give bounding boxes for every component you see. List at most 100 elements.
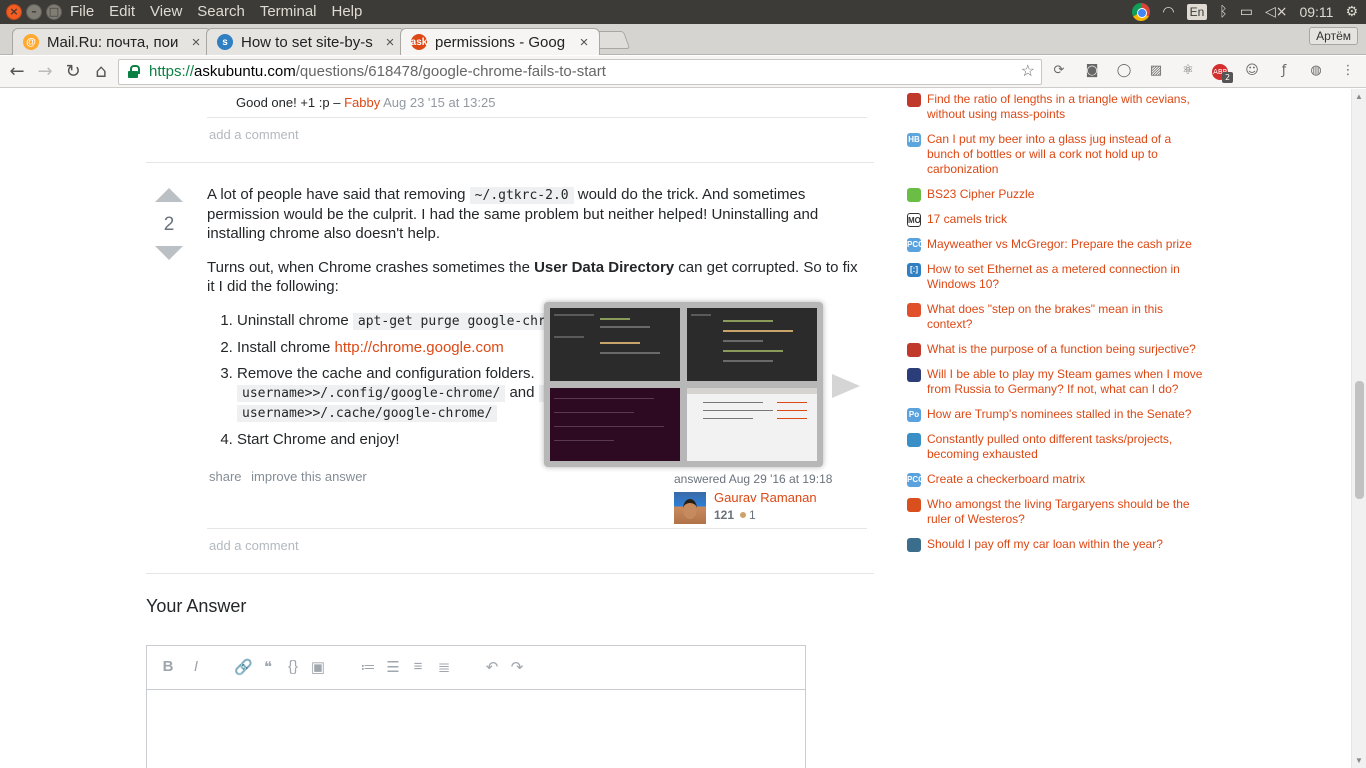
vote-down-icon[interactable] bbox=[155, 244, 183, 264]
tab-superuser[interactable]: s How to set site-by-s × bbox=[206, 28, 406, 55]
hot-question-link[interactable]: BS23 Cipher Puzzle bbox=[927, 187, 1034, 201]
inline-code: ~/.gtkrc-2.0 bbox=[469, 187, 574, 204]
window-thumbnail-editor[interactable] bbox=[687, 308, 817, 381]
page-scrollbar[interactable]: ▲ ▼ bbox=[1351, 89, 1366, 768]
hot-question-link[interactable]: How are Trump's nominees stalled in the … bbox=[927, 407, 1191, 421]
menu-help[interactable]: Help bbox=[332, 3, 363, 20]
hot-question-link[interactable]: Constantly pulled onto different tasks/p… bbox=[927, 432, 1172, 461]
clock[interactable]: 09:11 bbox=[1299, 4, 1333, 20]
heading-button[interactable]: ≡ bbox=[409, 658, 427, 675]
code-button[interactable]: {} bbox=[284, 658, 302, 675]
tab-askubuntu[interactable]: ask permissions - Goog × bbox=[400, 28, 600, 55]
next-arrow-icon[interactable] bbox=[832, 374, 860, 398]
close-icon[interactable]: × bbox=[381, 34, 399, 51]
react-icon[interactable]: ⚛ bbox=[1179, 62, 1197, 80]
address-bar[interactable]: https://askubuntu.com/questions/618478/g… bbox=[118, 59, 1042, 85]
hot-question-link[interactable]: Should I pay off my car loan within the … bbox=[927, 537, 1163, 551]
bookmark-star-icon[interactable]: ☆ bbox=[1021, 60, 1035, 84]
hot-question-link[interactable]: Who amongst the living Targaryens should… bbox=[927, 497, 1190, 526]
battery-icon[interactable]: ▭ bbox=[1240, 4, 1253, 20]
extension-script-icon[interactable]: ƒ bbox=[1275, 62, 1293, 80]
wifi-icon[interactable]: ◠ bbox=[1162, 4, 1174, 20]
hot-question-link[interactable]: Will I be able to play my Steam games wh… bbox=[927, 367, 1202, 396]
avatar[interactable] bbox=[674, 492, 706, 524]
superuser-icon: s bbox=[217, 34, 233, 50]
bluetooth-icon[interactable]: ᛒ bbox=[1219, 4, 1227, 20]
system-top-bar: × – □ File Edit View Search Terminal Hel… bbox=[0, 0, 1366, 24]
keyboard-layout-indicator[interactable]: En bbox=[1186, 4, 1208, 20]
improve-answer-link[interactable]: improve this answer bbox=[251, 469, 367, 484]
hot-question-link[interactable]: What does "step on the brakes" mean in t… bbox=[927, 302, 1163, 331]
menu-edit[interactable]: Edit bbox=[109, 3, 135, 20]
window-close-button[interactable]: × bbox=[6, 4, 22, 20]
menu-search[interactable]: Search bbox=[197, 3, 245, 20]
window-minimize-button[interactable]: – bbox=[26, 4, 42, 20]
bulleted-list-button[interactable]: ☰ bbox=[384, 658, 402, 676]
menu-view[interactable]: View bbox=[150, 3, 182, 20]
window-maximize-button[interactable]: □ bbox=[46, 4, 62, 20]
hot-question-link[interactable]: How to set Ethernet as a metered connect… bbox=[927, 262, 1180, 291]
tab-mailru[interactable]: @ Mail.Ru: почта, пои × bbox=[12, 28, 212, 55]
hot-network-questions: Find the ratio of lengths in a triangle … bbox=[905, 92, 1205, 562]
page-content: Good one! +1 :p – Fabby Aug 23 '15 at 13… bbox=[0, 89, 1366, 768]
chrome-link[interactable]: http://chrome.google.com bbox=[335, 339, 504, 356]
gear-icon[interactable]: ⚙ bbox=[1345, 4, 1358, 20]
window-thumbnail-terminal[interactable] bbox=[550, 308, 680, 381]
step-text: and bbox=[505, 384, 539, 401]
window-thumbnail-ubuntu-terminal[interactable] bbox=[550, 388, 680, 461]
share-link[interactable]: share bbox=[209, 469, 242, 484]
window-thumbnail-browser[interactable] bbox=[687, 388, 817, 461]
hot-question-link[interactable]: Find the ratio of lengths in a triangle … bbox=[927, 92, 1190, 121]
close-icon[interactable]: × bbox=[187, 34, 205, 51]
image-button[interactable]: ▣ bbox=[309, 658, 327, 676]
extension-sync-icon[interactable]: ⟳ bbox=[1050, 62, 1068, 80]
volume-muted-icon[interactable]: ◁× bbox=[1265, 4, 1288, 20]
extension-face-icon[interactable]: ☺ bbox=[1243, 62, 1261, 80]
comment-user-link[interactable]: Fabby bbox=[344, 95, 380, 110]
redo-button[interactable]: ↷ bbox=[508, 658, 526, 676]
hot-question-link[interactable]: Mayweather vs McGregor: Prepare the cash… bbox=[927, 237, 1192, 251]
scifi-icon bbox=[907, 498, 921, 512]
scroll-down-icon[interactable]: ▼ bbox=[1355, 756, 1363, 765]
window-switcher-overlay bbox=[544, 302, 823, 467]
system-tray: ◠ En ᛒ ▭ ◁× 09:11 ⚙ bbox=[1132, 0, 1366, 24]
list-item: Find the ratio of lengths in a triangle … bbox=[905, 92, 1205, 122]
author-link[interactable]: Gaurav Ramanan bbox=[714, 490, 817, 505]
chrome-tray-icon[interactable] bbox=[1132, 3, 1151, 21]
menu-file[interactable]: File bbox=[70, 3, 94, 20]
link-button[interactable]: 🔗 bbox=[234, 658, 253, 676]
pocket-icon[interactable]: ◙ bbox=[1083, 62, 1101, 80]
italic-button[interactable]: I bbox=[187, 658, 205, 675]
menu-terminal[interactable]: Terminal bbox=[260, 3, 317, 20]
blockquote-button[interactable]: ❝ bbox=[259, 658, 277, 676]
ordered-list-button[interactable]: ≔ bbox=[359, 658, 377, 676]
comment-date[interactable]: Aug 23 '15 at 13:25 bbox=[383, 95, 495, 110]
add-comment-link[interactable]: add a comment bbox=[209, 127, 299, 142]
profile-button[interactable]: Артём bbox=[1309, 27, 1358, 45]
comment-text: Good one! +1 :p – bbox=[236, 95, 345, 110]
forward-button[interactable]: → bbox=[34, 61, 56, 83]
undo-button[interactable]: ↶ bbox=[483, 658, 501, 676]
home-button[interactable]: ⌂ bbox=[90, 61, 112, 83]
back-button[interactable]: ← bbox=[6, 61, 28, 83]
vote-up-icon[interactable] bbox=[155, 188, 183, 208]
answer-editor[interactable]: B I 🔗 ❝ {} ▣ ≔ ☰ ≡ ≣ ↶ ↷ bbox=[146, 645, 806, 768]
vk-icon[interactable]: ▨ bbox=[1147, 62, 1165, 80]
reload-button[interactable]: ↻ bbox=[62, 61, 84, 83]
hot-question-link[interactable]: 17 camels trick bbox=[927, 212, 1007, 226]
close-icon[interactable]: × bbox=[575, 34, 593, 51]
horizontal-rule-button[interactable]: ≣ bbox=[435, 658, 453, 676]
tab-strip: @ Mail.Ru: почта, пои × s How to set sit… bbox=[0, 24, 1366, 55]
editor-toolbar: B I 🔗 ❝ {} ▣ ≔ ☰ ≡ ≣ ↶ ↷ bbox=[147, 646, 805, 690]
scroll-up-icon[interactable]: ▲ bbox=[1355, 92, 1363, 101]
step-text: Remove the cache and configuration folde… bbox=[237, 365, 535, 382]
hot-question-link[interactable]: What is the purpose of a function being … bbox=[927, 342, 1196, 356]
scrollbar-thumb[interactable] bbox=[1355, 381, 1364, 499]
extension-circle-icon[interactable]: ◯ bbox=[1115, 62, 1133, 80]
hot-question-link[interactable]: Can I put my beer into a glass jug inste… bbox=[927, 132, 1171, 176]
globe-icon[interactable]: ◍ bbox=[1307, 62, 1325, 80]
hot-question-link[interactable]: Create a checkerboard matrix bbox=[927, 472, 1085, 486]
chrome-menu-icon[interactable]: ⋮ bbox=[1339, 62, 1357, 80]
bold-button[interactable]: B bbox=[159, 658, 177, 675]
add-comment-link[interactable]: add a comment bbox=[209, 538, 299, 553]
